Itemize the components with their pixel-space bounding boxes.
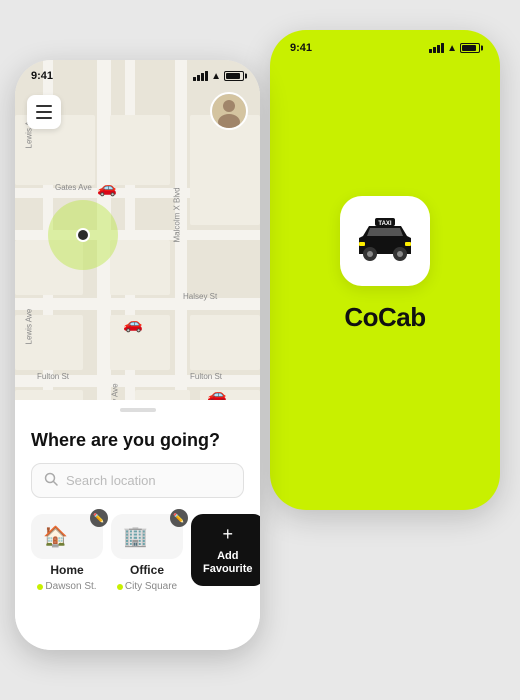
office-address-dot [117, 584, 123, 590]
signal-icon-left [193, 71, 208, 81]
home-icon: 🏠 [43, 524, 68, 549]
home-name: Home [50, 563, 83, 577]
home-address: Dawson St. [37, 581, 96, 592]
home-address-text: Dawson St. [45, 581, 96, 592]
home-edit-btn[interactable]: ✏️ [90, 509, 108, 527]
add-favourite-label: AddFavourite [203, 550, 253, 576]
office-name: Office [130, 563, 164, 577]
block3 [190, 115, 260, 225]
search-box[interactable]: Search location [31, 463, 244, 498]
office-icon: 🏢 [123, 524, 148, 549]
search-placeholder: Search location [66, 473, 156, 488]
home-address-dot [37, 584, 43, 590]
hamburger-line1 [36, 105, 52, 107]
avatar-image [212, 94, 246, 128]
cab-icon: TAXI [355, 216, 415, 266]
block8 [190, 315, 260, 370]
phone-left: 9:41 ▲ [15, 60, 260, 650]
phone-right: 9:41 ▲ TAXI [270, 30, 500, 510]
bottom-sheet: Where are you going? Search location 🏠 [15, 400, 260, 650]
sheet-handle [120, 408, 156, 412]
road-label-halsey: Halsey St [183, 292, 217, 301]
car-marker-2: 🚗 [123, 314, 143, 334]
status-bar-left: 9:41 ▲ [15, 60, 260, 86]
wifi-icon: ▲ [447, 43, 457, 54]
block5 [110, 240, 170, 295]
app-icon-box: TAXI [340, 196, 430, 286]
status-icons-right: ▲ [429, 43, 480, 54]
road-label-fulton2: Fulton St [190, 372, 222, 381]
status-icons-left: ▲ [193, 71, 244, 82]
logo-area: TAXI CoCab [340, 58, 430, 510]
search-icon [44, 472, 58, 489]
road-label-gates: Gates Ave [55, 183, 92, 192]
add-favourite-button[interactable]: + AddFavourite [191, 514, 260, 586]
block2 [110, 115, 170, 185]
signal-icon [429, 43, 444, 53]
home-card[interactable]: 🏠 ✏️ [31, 514, 103, 559]
time-left: 9:41 [31, 70, 53, 82]
hamburger-line2 [36, 111, 52, 113]
office-address: City Square [117, 581, 177, 592]
road-label-fulton1: Fulton St [37, 372, 69, 381]
place-item-office: 🏢 ✏️ Office City Square [111, 514, 183, 592]
app-name: CoCab [344, 302, 425, 333]
place-item-home: 🏠 ✏️ Home Dawson St. [31, 514, 103, 592]
status-bar-right: 9:41 ▲ [270, 30, 500, 58]
battery-icon [460, 43, 480, 53]
battery-icon-left [224, 71, 244, 81]
hamburger-line3 [36, 117, 52, 119]
where-heading: Where are you going? [31, 430, 244, 451]
profile-avatar[interactable] [210, 92, 248, 130]
office-address-text: City Square [125, 581, 177, 592]
add-fav-plus-icon: + [223, 524, 234, 546]
block10 [135, 390, 190, 400]
road-label-troy: Troy Ave [111, 383, 120, 400]
car-marker-1: 🚗 [97, 178, 117, 198]
time-right: 9:41 [290, 42, 312, 54]
scene: 9:41 ▲ TAXI [0, 0, 520, 700]
road-label-lewis2: Lewis Ave [25, 309, 34, 345]
road-label-malcolm: Malcolm X Blvd [173, 187, 182, 242]
map-area: Lewis Ave Gates Ave Malcolm X Blvd Halse… [15, 60, 260, 400]
saved-places: 🏠 ✏️ Home Dawson St. 🏢 ✏️ Office [31, 514, 244, 592]
place-item-add[interactable]: + AddFavourite [191, 514, 260, 592]
gps-dot [76, 228, 90, 242]
menu-button[interactable] [27, 95, 61, 129]
wifi-icon-left: ▲ [211, 71, 221, 82]
block9 [15, 390, 83, 400]
office-edit-btn[interactable]: ✏️ [170, 509, 188, 527]
office-card[interactable]: 🏢 ✏️ [111, 514, 183, 559]
car-marker-3: 🚗 [207, 385, 227, 400]
